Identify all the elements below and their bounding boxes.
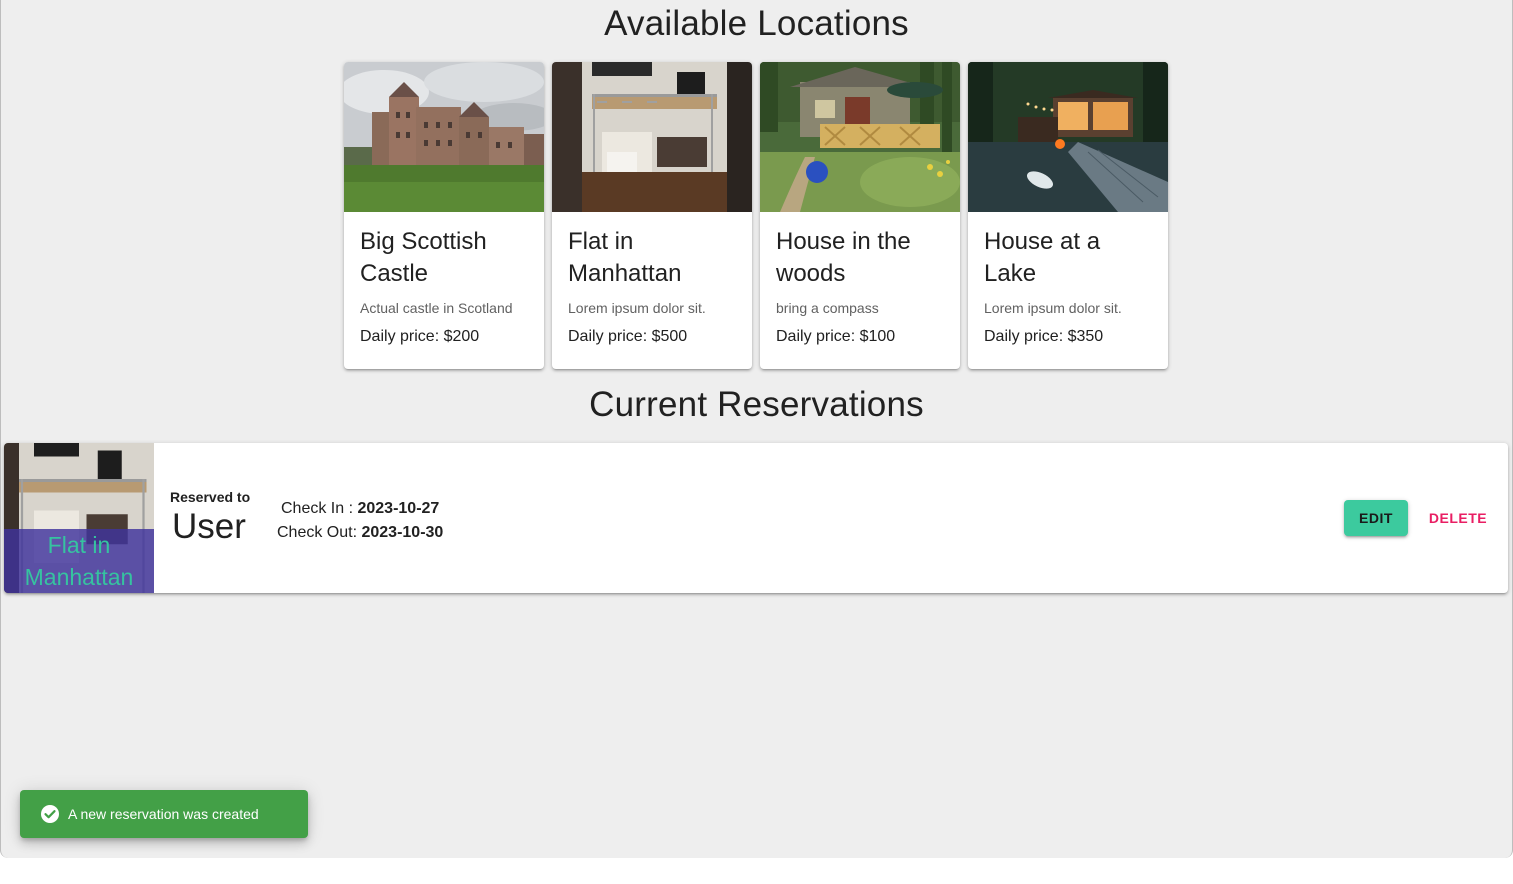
location-title: House at a Lake [984, 228, 1101, 287]
check-out-label: Check Out: [277, 524, 362, 541]
location-title: House in the woods [776, 228, 911, 287]
location-description: Lorem ipsum dolor sit. [568, 300, 706, 316]
location-card-lake-house[interactable]: House at a Lake Lorem ipsum dolor sit. D… [968, 62, 1168, 369]
location-price: Daily price: $100 [776, 328, 896, 345]
location-cards: Big Scottish Castle Actual castle in Sco… [344, 62, 1168, 369]
lake-house-photo [968, 62, 1168, 212]
check-in-date: 2023-10-27 [357, 500, 440, 517]
location-price: Daily price: $350 [984, 328, 1104, 345]
check-out-line: Check Out: 2023-10-30 [277, 521, 443, 545]
castle-photo [344, 62, 544, 212]
reservation-card: Flat in Manhattan Reserved to User Check… [4, 443, 1508, 593]
location-price: Daily price: $500 [568, 328, 688, 345]
location-description: Actual castle in Scotland [360, 300, 513, 316]
location-description: Lorem ipsum dolor sit. [984, 300, 1122, 316]
current-reservations-heading: Current Reservations [589, 385, 924, 424]
check-in-label: Check In : [281, 500, 358, 517]
location-card-flat[interactable]: Flat in Manhattan Lorem ipsum dolor sit.… [552, 62, 752, 369]
reservation-dates: Check In : 2023-10-27 Check Out: 2023-10… [277, 497, 443, 545]
location-description: bring a compass [776, 300, 879, 316]
cabin-photo [760, 62, 960, 212]
location-title: Flat in Manhattan [568, 228, 682, 287]
check-in-line: Check In : 2023-10-27 [277, 497, 443, 521]
success-snackbar: A new reservation was created [20, 790, 308, 838]
reserved-to-label: Reserved to [170, 489, 251, 505]
location-card-cabin[interactable]: House in the woods bring a compass Daily… [760, 62, 960, 369]
available-locations-heading: Available Locations [604, 4, 909, 43]
location-title: Big Scottish Castle [360, 228, 487, 287]
flat-photo [552, 62, 752, 212]
location-price: Daily price: $200 [360, 328, 480, 345]
edit-button[interactable]: EDIT [1344, 500, 1408, 536]
check-circle-icon [40, 804, 60, 824]
location-card-castle[interactable]: Big Scottish Castle Actual castle in Sco… [344, 62, 544, 369]
check-out-date: 2023-10-30 [361, 524, 444, 541]
reservation-location-name: Flat in Manhattan [4, 529, 154, 593]
delete-button[interactable]: DELETE [1420, 500, 1496, 536]
reserved-user-name: User [172, 507, 246, 546]
snackbar-message: A new reservation was created [68, 806, 259, 822]
reservation-thumbnail: Flat in Manhattan [4, 443, 154, 593]
